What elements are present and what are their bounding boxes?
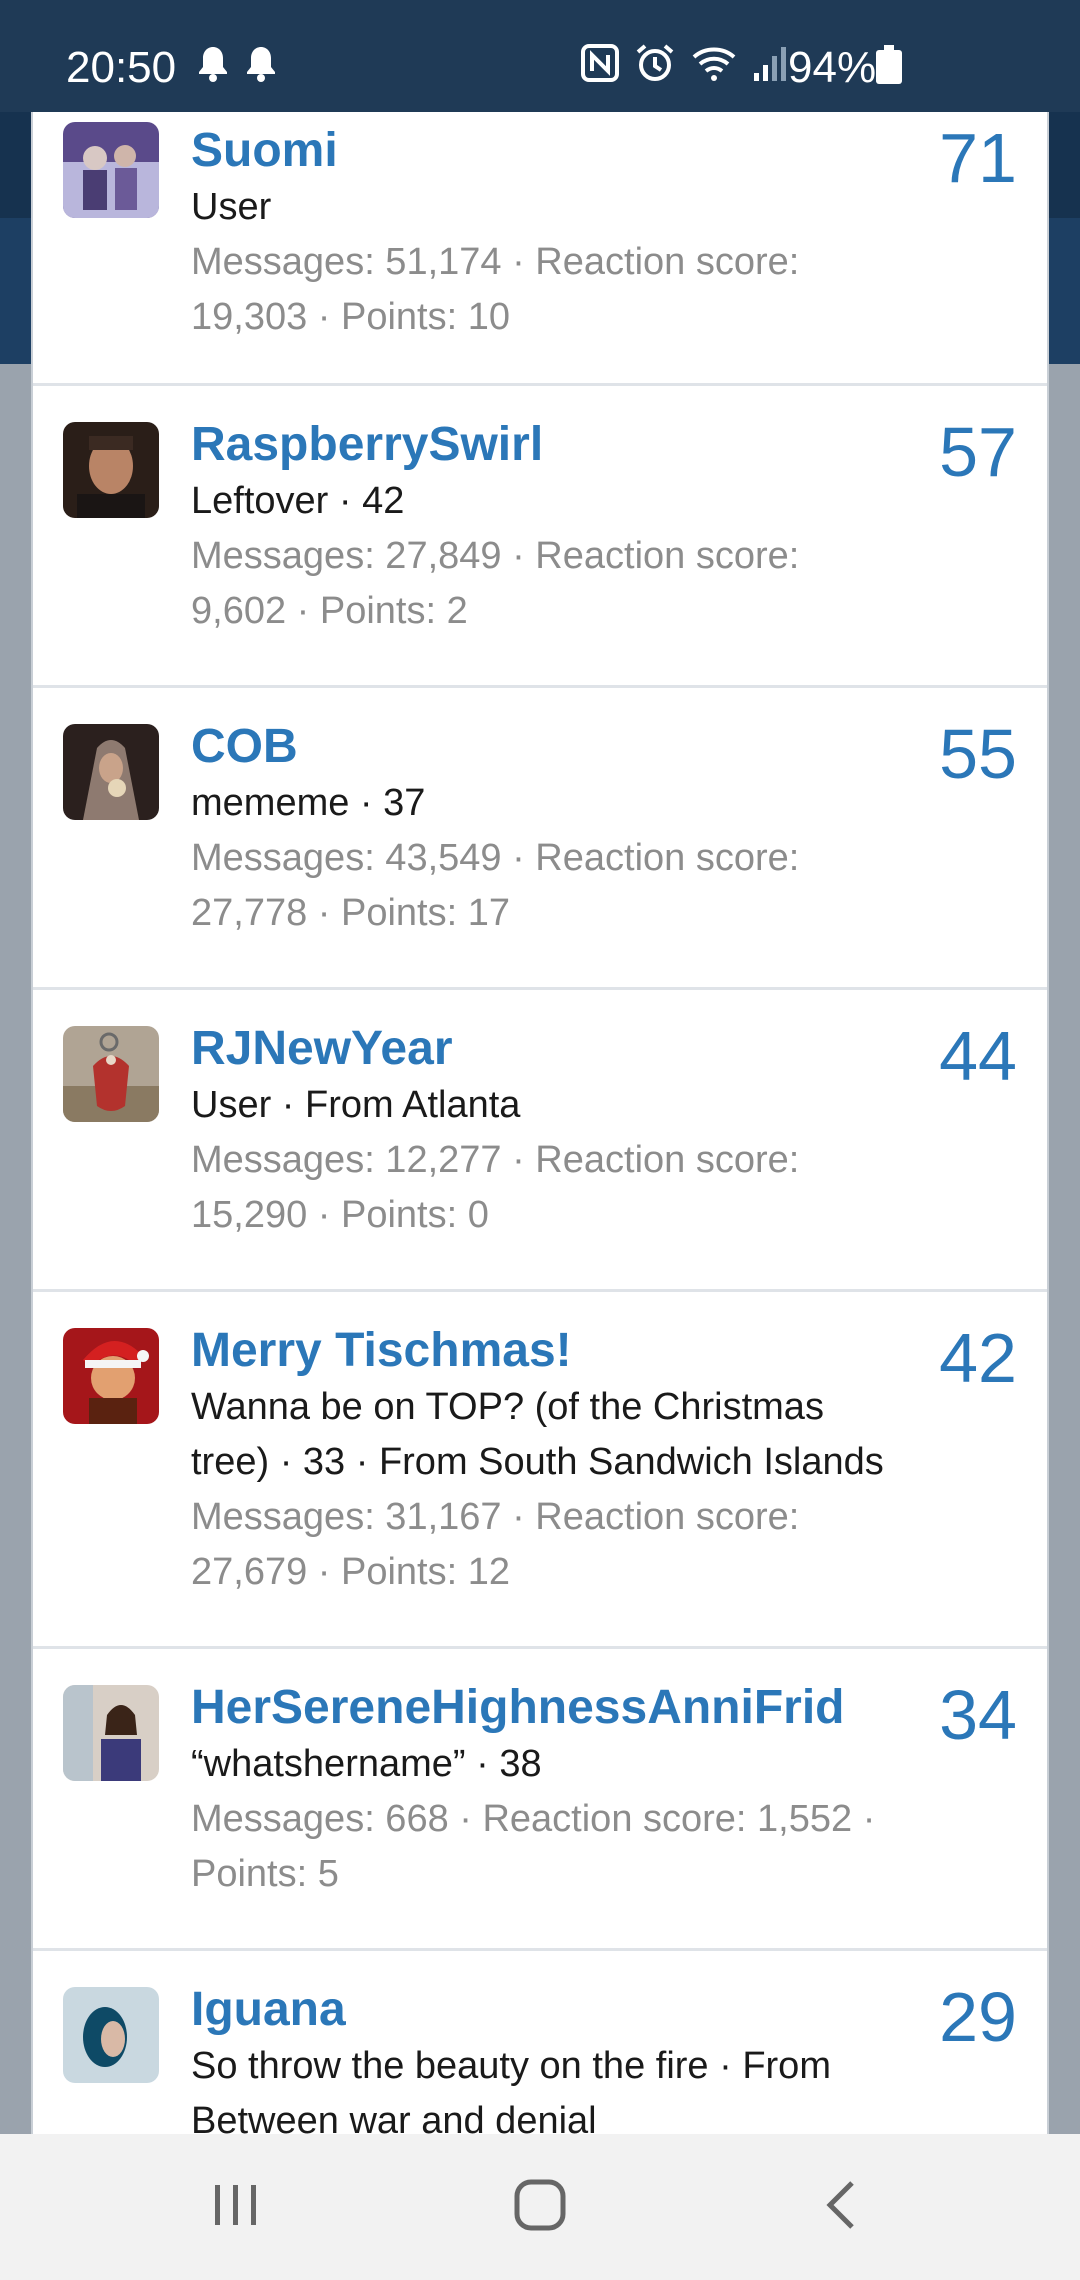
home-icon xyxy=(513,2178,567,2237)
member-name[interactable]: HerSereneHighnessAnniFrid xyxy=(191,1679,897,1737)
avatar[interactable] xyxy=(63,724,159,820)
battery-percent: 94% xyxy=(788,43,877,92)
signal-icon xyxy=(752,43,788,88)
member-name[interactable]: Merry Tischmas! xyxy=(191,1322,897,1380)
member-title: So throw the beauty on the fire · From B… xyxy=(191,2045,831,2134)
member-stats: Messages: 51,174 · Reaction score: 19,30… xyxy=(191,241,800,338)
avatar[interactable] xyxy=(63,422,159,518)
member-list-item[interactable]: Merry Tischmas! Wanna be on TOP? (of the… xyxy=(33,1292,1047,1649)
member-name[interactable]: RJNewYear xyxy=(191,1020,897,1078)
member-stats: Messages: 31,167 · Reaction score: 27,67… xyxy=(191,1496,800,1593)
status-bar: 20:50 94% xyxy=(0,0,1080,112)
avatar[interactable] xyxy=(63,1685,159,1781)
member-count: 42 xyxy=(939,1319,1017,1397)
member-list-item[interactable]: RaspberrySwirl Leftover · 42 Messages: 2… xyxy=(33,386,1047,688)
avatar[interactable] xyxy=(63,1026,159,1122)
member-title: Wanna be on TOP? (of the Christmas tree)… xyxy=(191,1386,884,1483)
battery-icon xyxy=(876,45,902,84)
member-name[interactable]: RaspberrySwirl xyxy=(191,416,897,474)
member-title: Leftover · 42 xyxy=(191,480,405,522)
member-count: 29 xyxy=(939,1978,1017,2056)
avatar[interactable] xyxy=(63,1328,159,1424)
member-name[interactable]: Iguana xyxy=(191,1981,897,2039)
recent-apps-button[interactable] xyxy=(146,2134,326,2280)
nfc-icon xyxy=(580,43,620,88)
navigation-bar xyxy=(0,2134,1080,2280)
back-icon xyxy=(822,2179,858,2236)
member-count: 71 xyxy=(939,119,1017,197)
member-title: User · From Atlanta xyxy=(191,1084,521,1126)
member-stats: Messages: 43,549 · Reaction score: 27,77… xyxy=(191,837,800,934)
recent-apps-icon xyxy=(211,2182,261,2233)
member-list-item[interactable]: Suomi User Messages: 51,174 · Reaction s… xyxy=(33,112,1047,386)
member-stats: Messages: 668 · Reaction score: 1,552 · … xyxy=(191,1798,876,1895)
member-count: 55 xyxy=(939,715,1017,793)
avatar[interactable] xyxy=(63,122,159,218)
notification-bell-icon xyxy=(244,44,278,89)
notification-bell-icon xyxy=(196,44,230,89)
member-title: mememe · 37 xyxy=(191,782,426,824)
member-count: 44 xyxy=(939,1017,1017,1095)
member-list-item[interactable]: COB mememe · 37 Messages: 43,549 · React… xyxy=(33,688,1047,990)
back-button[interactable] xyxy=(750,2134,930,2280)
alarm-icon xyxy=(634,42,676,89)
member-count: 34 xyxy=(939,1676,1017,1754)
avatar[interactable] xyxy=(63,1987,159,2083)
status-time: 20:50 xyxy=(66,43,177,92)
member-title: User xyxy=(191,186,272,228)
member-list-item[interactable]: HerSereneHighnessAnniFrid “whatshername”… xyxy=(33,1649,1047,1951)
member-stats: Messages: 12,277 · Reaction score: 15,29… xyxy=(191,1139,800,1236)
home-button[interactable] xyxy=(450,2134,630,2280)
member-name[interactable]: Suomi xyxy=(191,122,897,180)
members-modal: Suomi User Messages: 51,174 · Reaction s… xyxy=(31,112,1049,2134)
member-title: “whatshername” · 38 xyxy=(191,1743,542,1785)
member-stats: Messages: 27,849 · Reaction score: 9,602… xyxy=(191,535,800,632)
wifi-icon xyxy=(690,43,738,88)
member-count: 57 xyxy=(939,413,1017,491)
member-list-item[interactable]: Iguana So throw the beauty on the fire ·… xyxy=(33,1951,1047,2134)
member-name[interactable]: COB xyxy=(191,718,897,776)
member-list-item[interactable]: RJNewYear User · From Atlanta Messages: … xyxy=(33,990,1047,1292)
